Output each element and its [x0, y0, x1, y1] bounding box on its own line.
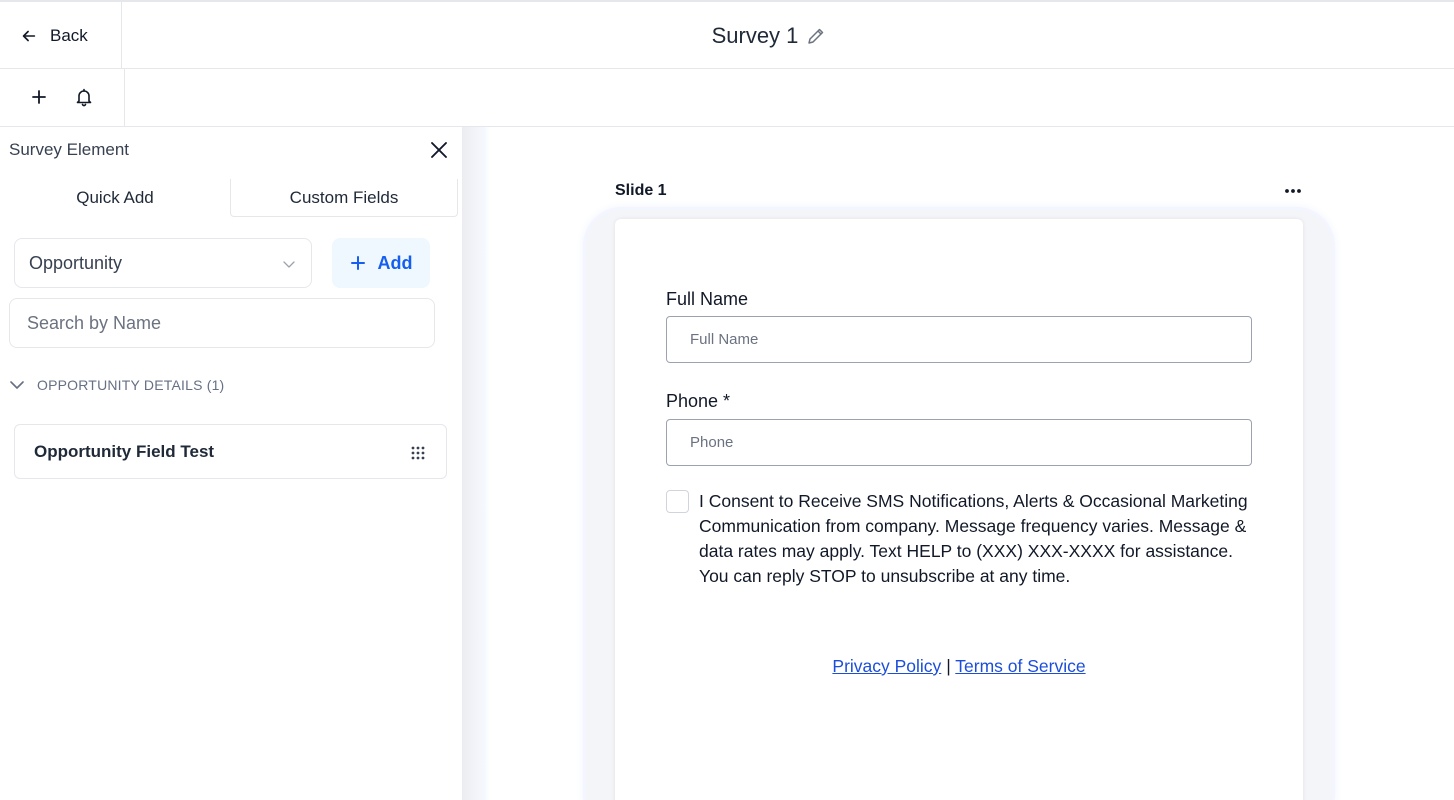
toolbar-actions	[0, 69, 125, 126]
plus-icon	[350, 256, 365, 270]
drag-handle-icon[interactable]	[410, 445, 426, 461]
terms-of-service-link[interactable]: Terms of Service	[955, 656, 1085, 676]
opportunity-details-group[interactable]: OPPORTUNITY DETAILS (1)	[9, 377, 224, 393]
field-item-label: Opportunity Field Test	[34, 441, 215, 461]
bell-icon	[76, 88, 92, 107]
back-label: Back	[50, 25, 88, 45]
plus-icon	[32, 90, 46, 104]
full-name-input[interactable]	[666, 316, 1252, 363]
add-element-button[interactable]	[25, 83, 53, 111]
phone-input[interactable]	[666, 419, 1252, 466]
search-input[interactable]	[9, 298, 435, 348]
survey-canvas: Slide 1 Full Name Phone * I Consent to R…	[462, 127, 1454, 800]
add-field-button[interactable]: Add	[332, 238, 430, 288]
more-options-icon[interactable]	[1282, 182, 1304, 200]
add-field-label: Add	[377, 252, 413, 273]
legal-links: Privacy Policy | Terms of Service	[615, 656, 1303, 677]
tab-custom-fields[interactable]: Custom Fields	[230, 179, 458, 217]
toolbar	[0, 69, 1454, 127]
panel-title: Survey Element	[9, 140, 129, 159]
object-select-value: Opportunity	[29, 252, 123, 273]
privacy-policy-link[interactable]: Privacy Policy	[832, 656, 941, 676]
link-separator: |	[946, 656, 951, 676]
slide-label: Slide 1	[615, 182, 667, 199]
survey-title: Survey 1	[711, 22, 799, 48]
full-name-label: Full Name	[666, 289, 749, 309]
chevron-down-icon	[283, 261, 295, 268]
tab-quick-add[interactable]: Quick Add	[0, 179, 230, 217]
group-label: OPPORTUNITY DETAILS (1)	[37, 377, 225, 393]
close-icon[interactable]	[428, 139, 450, 161]
top-header: Back Survey 1	[0, 0, 1454, 69]
notifications-button[interactable]	[70, 83, 98, 111]
consent-checkbox[interactable]	[666, 490, 689, 513]
pencil-icon[interactable]	[806, 26, 826, 46]
arrow-left-icon	[22, 30, 36, 41]
chevron-down-icon	[10, 381, 24, 389]
object-select[interactable]: Opportunity	[14, 238, 312, 288]
panel-tabs: Quick Add Custom Fields	[0, 179, 458, 217]
canvas-divider	[462, 127, 490, 800]
field-item-opportunity-field-test[interactable]: Opportunity Field Test	[14, 424, 447, 479]
slide-card[interactable]: Full Name Phone * I Consent to Receive S…	[615, 219, 1303, 800]
phone-label: Phone *	[666, 391, 731, 411]
back-button[interactable]: Back	[0, 2, 122, 69]
consent-text: I Consent to Receive SMS Notifications, …	[699, 491, 1248, 586]
survey-element-panel: Survey Element Quick Add Custom Fields O…	[0, 127, 462, 800]
